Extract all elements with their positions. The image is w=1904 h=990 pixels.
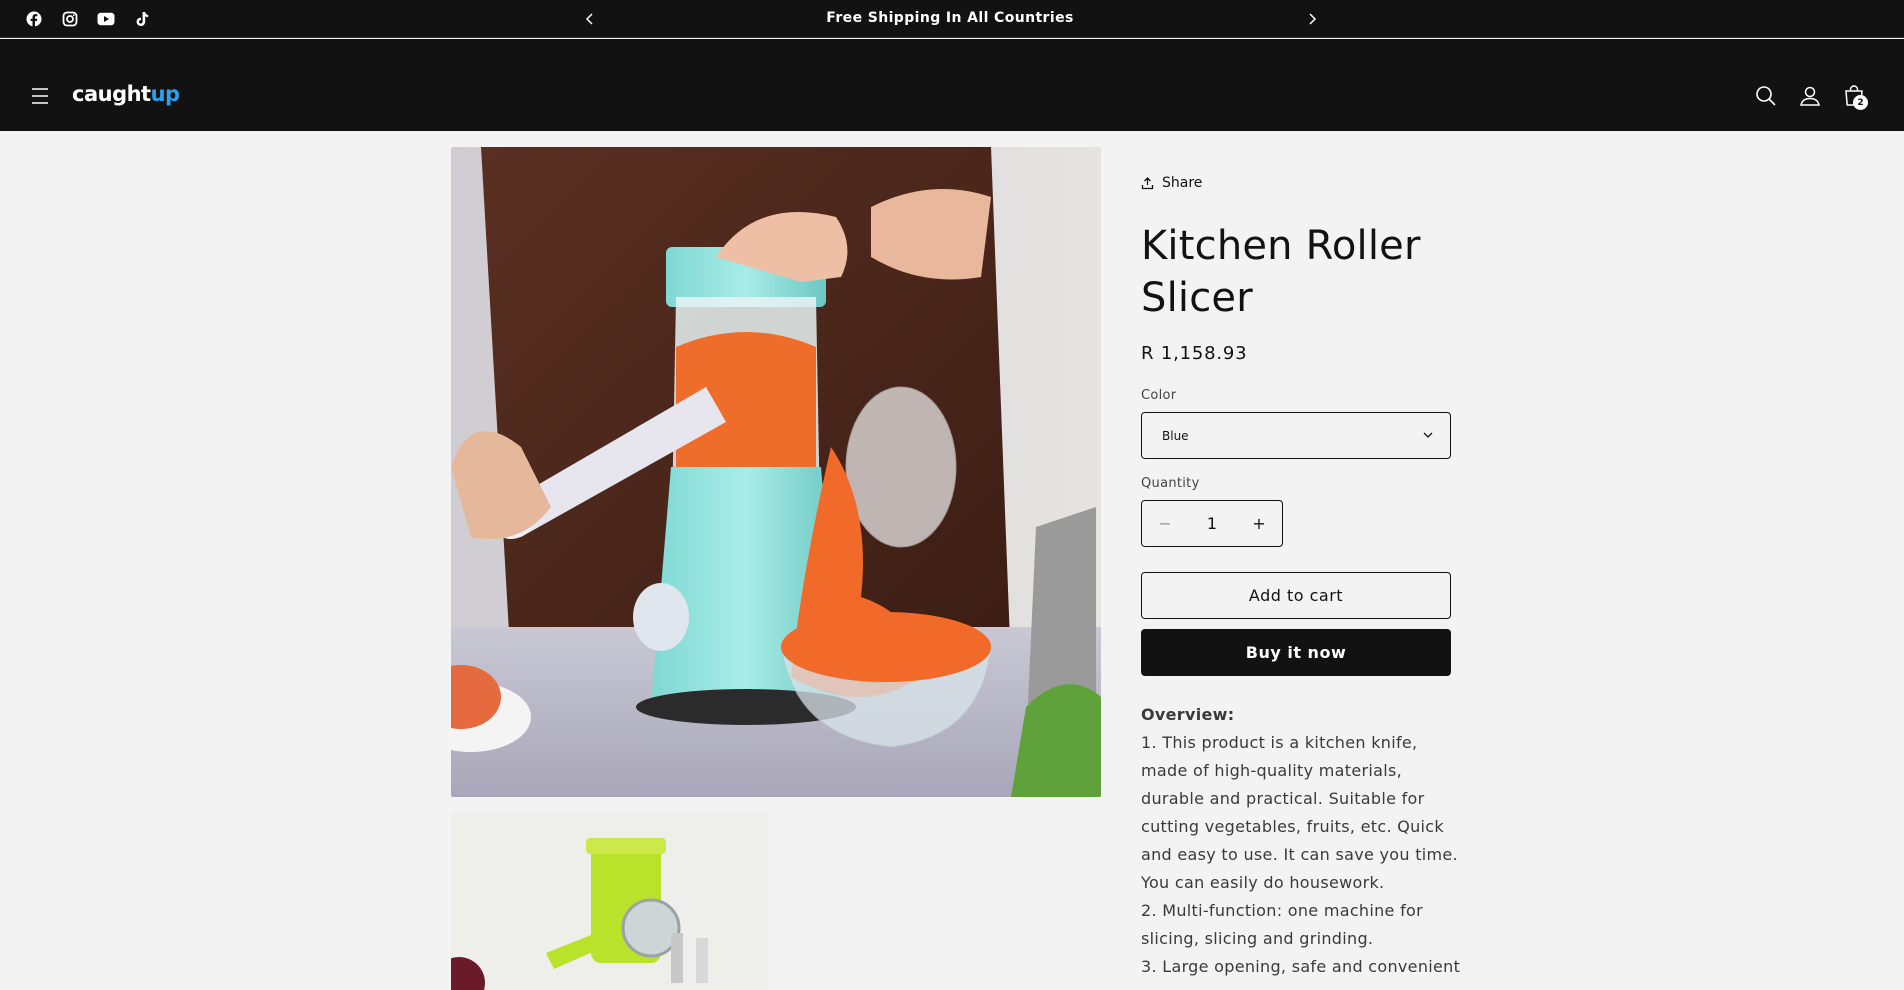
cart-count-badge: 2 [1853, 95, 1868, 110]
color-label: Color [1141, 388, 1177, 403]
quantity-decrease-button[interactable]: − [1142, 501, 1188, 546]
announcement-next-button[interactable] [1301, 8, 1323, 30]
color-select[interactable]: Blue [1141, 412, 1451, 459]
share-button[interactable]: Share [1141, 175, 1202, 191]
product-description: Overview: 1. This product is a kitchen k… [1141, 701, 1461, 981]
overview-heading: Overview: [1141, 705, 1235, 724]
share-label: Share [1162, 175, 1203, 191]
announcement-prev-button[interactable] [579, 8, 601, 30]
add-to-cart-button[interactable]: Add to cart [1141, 572, 1451, 619]
product-thumbnail-image[interactable] [451, 813, 768, 990]
facebook-icon[interactable] [24, 9, 44, 29]
overview-line-1: 1. This product is a kitchen knife, made… [1141, 733, 1458, 892]
color-select-value: Blue [1162, 428, 1189, 443]
logo-text-accent: up [150, 82, 180, 106]
tiktok-icon[interactable] [132, 9, 152, 29]
site-logo[interactable]: caughtup [72, 82, 180, 106]
youtube-icon[interactable] [96, 9, 116, 29]
share-icon [1141, 176, 1154, 189]
chevron-down-icon [1423, 432, 1433, 438]
announcement-text: Free Shipping In All Countries [826, 10, 1074, 26]
search-icon[interactable] [1754, 84, 1778, 108]
product-title: Kitchen Roller Slicer [1141, 223, 1421, 321]
quantity-input[interactable]: 1 [1188, 514, 1236, 533]
product-main-image[interactable] [451, 147, 1101, 797]
menu-icon[interactable] [28, 84, 52, 108]
site-header [0, 39, 1904, 131]
quantity-stepper: − 1 + [1141, 500, 1283, 547]
announcement-bar: Free Shipping In All Countries [0, 0, 1904, 38]
buy-it-now-button[interactable]: Buy it now [1141, 629, 1451, 676]
overview-line-3: 3. Large opening, safe and convenient [1141, 957, 1461, 976]
product-price: R 1,158.93 [1141, 343, 1248, 364]
social-links [24, 9, 152, 29]
chevron-right-icon [1309, 13, 1317, 25]
instagram-icon[interactable] [60, 9, 80, 29]
chevron-left-icon [585, 13, 593, 25]
quantity-increase-button[interactable]: + [1236, 501, 1282, 546]
overview-line-2: 2. Multi-function: one machine for slici… [1141, 901, 1423, 948]
logo-text-main: caught [72, 82, 151, 106]
account-icon[interactable] [1798, 84, 1822, 108]
quantity-label: Quantity [1141, 476, 1200, 491]
